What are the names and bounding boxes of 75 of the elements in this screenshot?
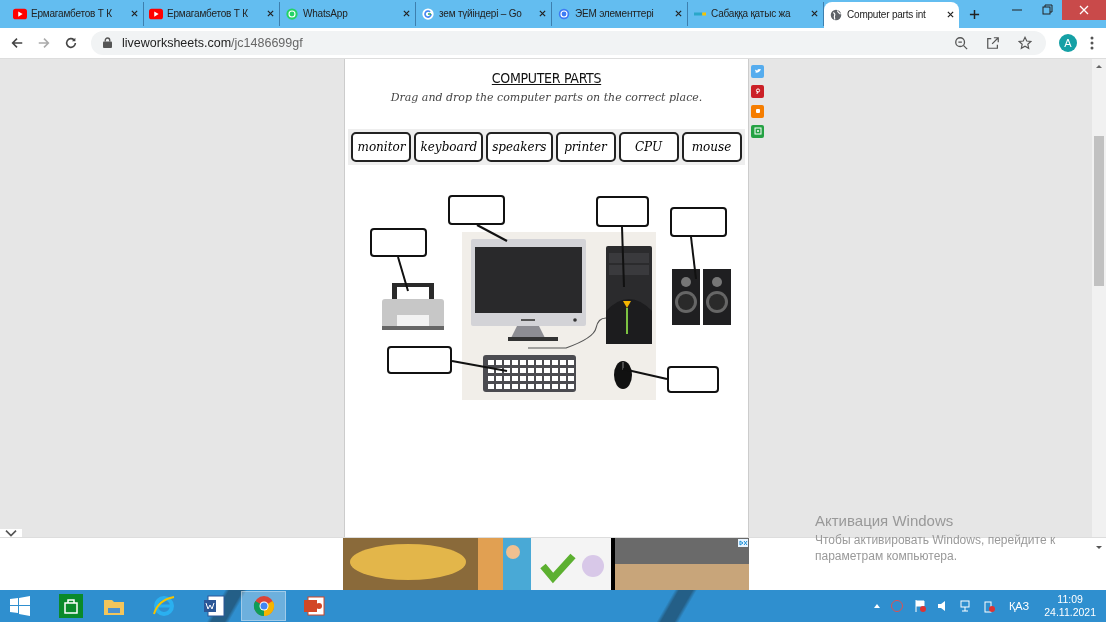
share-icon[interactable]: [986, 35, 1000, 50]
leader-line: [690, 235, 697, 280]
word-card[interactable]: printer: [555, 131, 616, 162]
drop-box[interactable]: [596, 195, 649, 227]
close-icon[interactable]: [267, 10, 274, 18]
close-icon[interactable]: [539, 10, 546, 18]
address-bar[interactable]: liveworksheets.com/jc1486699gf: [91, 30, 1046, 55]
browser-tab[interactable]: Ермагамбетов Т К: [144, 1, 280, 26]
ad-info-icon[interactable]: [738, 539, 748, 548]
close-icon[interactable]: [675, 10, 682, 18]
instruction-text: Drag and drop the computer parts on the correct place.: [390, 90, 703, 104]
chat-icon: [285, 7, 299, 20]
word-card[interactable]: CPU: [618, 131, 679, 162]
new-tab-icon[interactable]: [969, 8, 980, 20]
clock-date[interactable]: 24.11.2021: [1044, 606, 1096, 620]
browser-tab[interactable]: зем түйіндері – Go: [416, 1, 552, 26]
browser-e-icon: [151, 594, 176, 619]
slides-icon: [301, 594, 326, 619]
mouse-drawing: [614, 360, 632, 389]
play-icon: [149, 7, 163, 20]
speakers-drawing: [672, 268, 731, 325]
zoom-out-icon[interactable]: [954, 35, 968, 50]
classroom-share-button[interactable]: [751, 124, 764, 138]
blogger-share-button[interactable]: [751, 104, 764, 118]
browser-tab[interactable]: Ермагамбетов Т К: [8, 1, 144, 26]
play-icon: [13, 7, 27, 20]
word-card[interactable]: speakers: [486, 131, 553, 162]
scroll-thumb[interactable]: [1094, 135, 1104, 286]
google-icon: [421, 7, 435, 20]
browser-tab[interactable]: WhatsApp: [280, 1, 416, 26]
network-icon[interactable]: [958, 599, 973, 614]
activation-text: Чтобы активировать Windows, перейдите к параметрам компьютера.: [815, 532, 1057, 564]
word-card[interactable]: monitor: [351, 131, 412, 162]
scrollbar[interactable]: [1092, 58, 1106, 538]
pinterest-share-button[interactable]: [751, 84, 764, 98]
close-icon[interactable]: [811, 10, 818, 18]
bird-icon: [753, 67, 762, 76]
leader-line: [476, 223, 508, 242]
lock-icon: [103, 37, 112, 49]
reload-icon[interactable]: [64, 35, 78, 50]
back-icon[interactable]: [10, 35, 24, 50]
close-icon[interactable]: [403, 10, 410, 18]
globe-icon: [829, 8, 843, 21]
drop-box[interactable]: [370, 227, 427, 257]
worksheet-title: COMPUTER PARTS: [491, 69, 602, 86]
clock-time[interactable]: 11:09: [1057, 593, 1083, 607]
chrome-icon: [251, 594, 276, 619]
leader-line: [621, 225, 625, 288]
browser-tab[interactable]: ЭЕМ элементтері: [552, 1, 688, 26]
flag-icon[interactable]: [912, 599, 927, 614]
store-icon: [59, 594, 83, 619]
document-icon: [201, 594, 226, 619]
board-icon: [753, 127, 762, 136]
leader-line: [397, 255, 409, 292]
drop-box[interactable]: [667, 365, 719, 393]
language-indicator[interactable]: ҚАЗ: [1008, 600, 1030, 613]
battery-icon[interactable]: [981, 599, 996, 614]
browser-tab[interactable]: Computer parts int: [824, 1, 959, 28]
close-icon[interactable]: [131, 10, 138, 18]
word-card[interactable]: mouse: [681, 131, 742, 162]
drop-box[interactable]: [448, 194, 505, 225]
close-icon[interactable]: [947, 11, 954, 19]
activation-title: Активация Windows: [815, 512, 955, 529]
pin-icon: [753, 87, 762, 96]
show-hidden-icon[interactable]: [872, 603, 881, 610]
circle-icon: [557, 7, 571, 20]
star-icon[interactable]: [1018, 35, 1032, 50]
printer-drawing: [382, 282, 444, 330]
leader-line: [622, 367, 668, 380]
drop-box[interactable]: [387, 345, 452, 374]
leader-line: [451, 359, 508, 372]
windows-start-icon[interactable]: [9, 596, 31, 617]
drop-box[interactable]: [670, 206, 727, 237]
word-card[interactable]: keyboard: [414, 131, 484, 162]
menu-icon[interactable]: [1090, 35, 1094, 50]
